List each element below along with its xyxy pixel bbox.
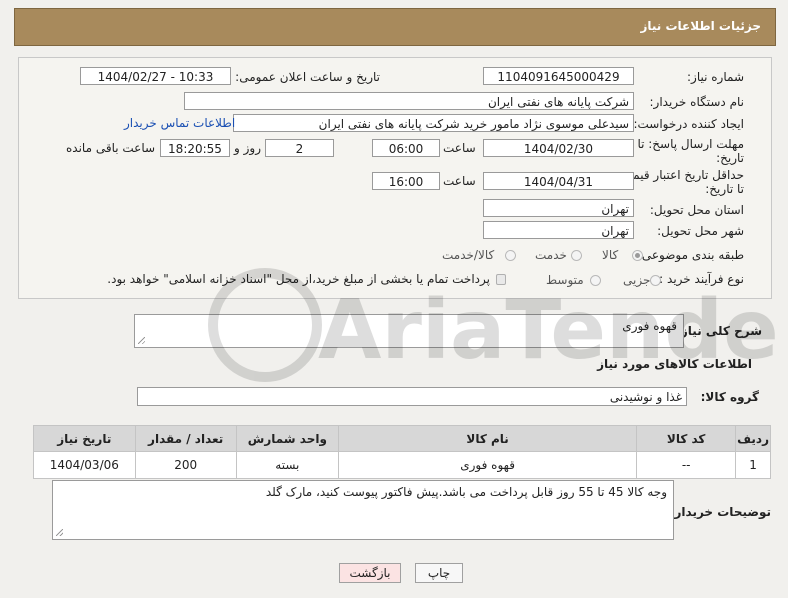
remaining-time-field: 18:20:55 — [160, 139, 230, 157]
buyer-contact-link[interactable]: اطلاعات تماس خریدار — [124, 116, 235, 130]
page-header: جزئیات اطلاعات نیاز — [14, 8, 776, 46]
province-field: تهران — [483, 199, 634, 217]
need-number-label: شماره نیاز: — [687, 70, 744, 84]
resize-grip-icon[interactable] — [138, 337, 145, 344]
description-text: قهوه فوری — [622, 319, 677, 333]
buyer-org-label: نام دستگاه خریدار: — [649, 95, 745, 109]
category-radio-service[interactable] — [571, 250, 582, 261]
resize-grip-icon[interactable] — [56, 529, 63, 536]
cell-item-name: قهوه فوری — [337, 451, 638, 479]
validity-time-label: ساعت — [443, 174, 476, 188]
cell-item-code: -- — [636, 451, 737, 479]
goods-section-title: اطلاعات کالاهای مورد نیاز — [597, 357, 752, 371]
deadline-label: مهلت ارسال پاسخ: تا — [637, 137, 744, 151]
days-field: 2 — [265, 139, 334, 157]
back-button[interactable]: بازگشت — [339, 563, 401, 583]
payment-note: پرداخت تمام یا بخشی از مبلغ خرید،از محل … — [107, 272, 490, 286]
purchase-radio-medium[interactable] — [590, 275, 601, 286]
announce-date-label: تاریخ و ساعت اعلان عمومی: — [235, 70, 380, 84]
deadline-date-field: 1404/02/30 — [483, 139, 634, 157]
print-button[interactable]: چاپ — [415, 563, 463, 583]
requester-field: سیدعلی موسوی نژاد مامور خرید شرکت پایانه… — [233, 114, 634, 132]
column-header-unit: واحد شمارش — [235, 425, 339, 452]
column-header-quantity: تعداد / مقدار — [134, 425, 237, 452]
buyer-notes-label: توضیحات خریدار: — [669, 505, 771, 519]
purchase-option-small: جزیی — [623, 273, 651, 287]
deadline-label-2: تاریخ: — [716, 151, 744, 165]
requester-label: ایجاد کننده درخواست: — [633, 117, 744, 131]
purchase-type-label: نوع فرآیند خرید : — [659, 272, 744, 286]
province-label: استان محل تحویل: — [649, 203, 744, 217]
validity-label-2: تا تاریخ: — [705, 182, 744, 196]
purchase-option-medium: متوسط — [546, 273, 584, 287]
remaining-time-label: ساعت باقی مانده — [66, 141, 156, 155]
treasury-checkbox[interactable] — [496, 274, 506, 285]
category-option-goods: کالا — [602, 248, 619, 262]
deadline-time-label: ساعت — [443, 141, 476, 155]
table-row: 1 -- قهوه فوری بسته 200 1404/03/06 — [33, 451, 771, 479]
deadline-time-field: 06:00 — [372, 139, 440, 157]
goods-group-label: گروه کالا: — [700, 390, 759, 404]
page-title: جزئیات اطلاعات نیاز — [640, 19, 761, 33]
cell-quantity: 200 — [134, 451, 237, 479]
column-header-need-date: تاریخ نیاز — [33, 425, 136, 452]
description-label: شرح کلی نیاز: — [676, 324, 762, 338]
column-header-item-name: نام کالا — [337, 425, 638, 452]
category-option-service: خدمت — [535, 248, 567, 262]
announce-date-field: 1404/02/27 - 10:33 — [80, 67, 231, 85]
validity-time-field: 16:00 — [372, 172, 440, 190]
category-radio-goods[interactable] — [632, 250, 643, 261]
purchase-radio-small[interactable] — [650, 275, 661, 286]
buyer-notes-field[interactable]: وجه کالا 45 تا 55 روز قابل پرداخت می باش… — [52, 480, 674, 540]
cell-need-date: 1404/03/06 — [33, 451, 136, 479]
city-label: شهر محل تحویل: — [657, 224, 744, 238]
column-header-row-number: ردیف — [735, 425, 771, 452]
cell-row-number: 1 — [735, 451, 771, 479]
need-number-field: 1104091645000429 — [483, 67, 634, 85]
description-field[interactable]: قهوه فوری — [134, 314, 684, 348]
category-label: طبقه بندی موضوعی: — [637, 248, 744, 262]
goods-table: ردیف کد کالا نام کالا واحد شمارش تعداد /… — [33, 425, 771, 479]
validity-date-field: 1404/04/31 — [483, 172, 634, 190]
column-header-item-code: کد کالا — [636, 425, 737, 452]
category-radio-both[interactable] — [505, 250, 516, 261]
city-field: تهران — [483, 221, 634, 239]
validity-label: حداقل تاریخ اعتبار قیمت: — [617, 168, 744, 182]
cell-unit: بسته — [235, 451, 339, 479]
buyer-notes-text: وجه کالا 45 تا 55 روز قابل پرداخت می باش… — [265, 485, 667, 499]
goods-group-field: غذا و نوشیدنی — [137, 387, 687, 406]
table-header-row: ردیف کد کالا نام کالا واحد شمارش تعداد /… — [33, 425, 771, 452]
buyer-org-field: شرکت پایانه های نفتی ایران — [184, 92, 634, 110]
days-label: روز و — [234, 141, 261, 155]
category-option-both: کالا/خدمت — [442, 248, 495, 262]
